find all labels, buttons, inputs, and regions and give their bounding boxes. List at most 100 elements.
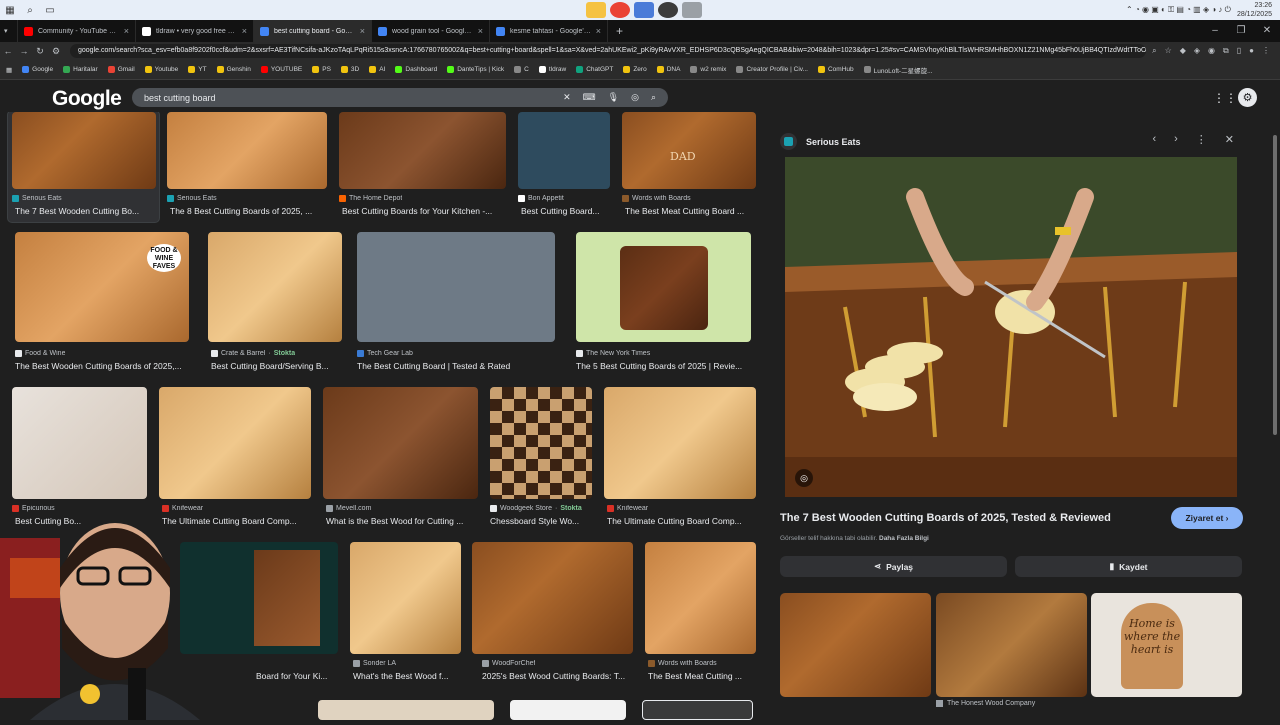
result-title[interactable]: What's the Best Wood f... [353, 671, 461, 681]
result-title[interactable]: The Best Cutting Board | Tested & Rated [357, 361, 555, 371]
result-thumbnail[interactable] [490, 387, 592, 499]
keyboard-icon[interactable]: ⌨ [583, 92, 596, 103]
reload-icon[interactable]: ↻ [32, 46, 48, 57]
related-image[interactable] [936, 593, 1087, 697]
bookmark-item[interactable]: tldraw [538, 66, 566, 73]
bookmark-item[interactable]: C [514, 66, 529, 73]
more-info-link[interactable]: Daha Fazla Bilgi [879, 535, 929, 542]
result-thumbnail[interactable] [350, 542, 461, 654]
scrollbar-thumb[interactable] [1273, 135, 1277, 435]
bookmark-item[interactable]: ComHub [817, 66, 854, 73]
result-title[interactable]: The Ultimate Cutting Board Comp... [607, 516, 757, 526]
close-icon[interactable]: × [596, 26, 601, 36]
bookmark-item[interactable]: Genshin [216, 66, 251, 73]
url-field[interactable]: google.com/search?sca_esv=efb0a8f9202f0c… [70, 44, 1147, 58]
sidebar-icon[interactable]: ▯ [1237, 46, 1241, 56]
result-title[interactable]: The Best Wooden Cutting Boards of 2025,.… [15, 361, 193, 371]
extension-icon[interactable]: ◈ [1194, 46, 1200, 56]
save-button[interactable]: ▮ Kaydet [1015, 556, 1242, 577]
search-icon[interactable]: ⌕ [20, 0, 40, 20]
extensions-puzzle-icon[interactable]: ⧉ [1223, 46, 1229, 56]
tab-best-cutting-board[interactable]: best cutting board - Google'da ... × [254, 20, 372, 42]
result-thumbnail[interactable] [604, 387, 756, 499]
result-thumbnail[interactable] [159, 387, 311, 499]
bookmark-item[interactable]: YT [188, 66, 207, 73]
bookmark-item[interactable]: Google [22, 66, 53, 73]
result-title[interactable]: The 8 Best Cutting Boards of 2025, ... [170, 206, 330, 216]
bookmark-item[interactable]: w2 remix [690, 66, 726, 73]
related-image[interactable] [780, 593, 931, 697]
result-thumbnail[interactable] [180, 542, 338, 654]
task-view-icon[interactable]: ▭ [40, 0, 60, 20]
result-title[interactable]: Best Cutting Board... [521, 206, 613, 216]
bookmark-item[interactable]: PS [312, 66, 331, 73]
lens-icon[interactable]: ◎ [631, 92, 639, 103]
bookmark-item[interactable]: ChatGPT [576, 66, 613, 73]
tab-youtube-studio[interactable]: Community - YouTube Studio × [18, 20, 136, 42]
close-icon[interactable]: × [360, 26, 365, 36]
bookmark-item[interactable]: LunoLoft-二星螺旋... [863, 65, 933, 75]
bookmark-item[interactable]: DanteTips | Kick [447, 66, 504, 73]
photo-app-icon[interactable] [682, 2, 702, 18]
folder-icon[interactable] [586, 2, 606, 18]
result-thumbnail[interactable] [208, 232, 342, 342]
site-info-icon[interactable]: ⚙ [48, 46, 64, 57]
forward-icon[interactable]: → [16, 46, 32, 56]
detail-main-image[interactable]: ◎ [785, 157, 1237, 497]
previous-icon[interactable]: ‹ [1152, 133, 1156, 146]
search-icon[interactable]: ⌕ [651, 92, 656, 103]
bookmark-item[interactable]: Zero [623, 66, 647, 73]
bookmark-item[interactable]: Gmail [107, 66, 135, 73]
scrollbar[interactable] [1270, 115, 1280, 720]
result-title[interactable]: 2025's Best Wood Cutting Boards: T... [482, 671, 634, 681]
result-title[interactable]: The 7 Best Wooden Cutting Bo... [15, 206, 155, 216]
zoom-icon[interactable]: ⌕ [1152, 46, 1156, 56]
clock[interactable]: 23:26 28/12/2025 [1237, 1, 1272, 19]
menu-icon[interactable]: ⋮ [1262, 46, 1270, 56]
obs-icon[interactable] [658, 2, 678, 18]
result-thumbnail[interactable] [12, 387, 147, 499]
close-window-icon[interactable]: ✕ [1254, 20, 1280, 42]
close-icon[interactable]: × [124, 26, 129, 36]
result-title[interactable]: Best Cutting Board/Serving B... [211, 361, 341, 371]
bookmark-item[interactable]: Youtube [144, 66, 178, 73]
result-title[interactable]: Best Cutting Boards for Your Kitchen -..… [342, 206, 509, 216]
extension-icon[interactable]: ◆ [1180, 46, 1186, 56]
search-box[interactable]: best cutting board ✕ ⌨ 🎙 ◎ ⌕ [132, 88, 668, 107]
bookmark-item[interactable]: Creator Profile | Civ... [736, 66, 808, 73]
more-options-icon[interactable]: ⋮ [1196, 133, 1207, 146]
result-thumbnail[interactable] [518, 112, 610, 189]
new-tab-button[interactable]: + [608, 24, 631, 38]
result-thumbnail[interactable] [645, 542, 756, 654]
related-image[interactable]: Home is where the heart is [1091, 593, 1242, 697]
result-thumbnail[interactable]: DAD [622, 112, 756, 189]
app-icon[interactable] [634, 2, 654, 18]
close-icon[interactable]: ✕ [1225, 133, 1234, 146]
next-icon[interactable]: › [1174, 133, 1178, 146]
result-thumbnail[interactable] [12, 112, 156, 189]
tab-wood-grain-tool[interactable]: wood grain tool - Google'da A... × [372, 20, 490, 42]
close-icon[interactable]: × [242, 26, 247, 36]
result-thumbnail[interactable] [576, 232, 751, 342]
result-thumbnail[interactable] [642, 700, 753, 720]
result-thumbnail[interactable] [357, 232, 555, 342]
account-avatar[interactable]: ⚙ [1238, 88, 1257, 107]
result-title[interactable]: What is the Best Wood for Cutting ... [326, 516, 479, 526]
microphone-icon[interactable]: 🎙 [608, 92, 619, 103]
profile-icon[interactable]: ● [1249, 46, 1254, 56]
lens-search-icon[interactable]: ◎ [795, 469, 813, 487]
bookmark-item[interactable]: Haritalar [63, 66, 98, 73]
result-thumbnail[interactable] [323, 387, 478, 499]
back-icon[interactable]: ← [0, 46, 16, 56]
result-title[interactable]: The 5 Best Cutting Boards of 2025 | Revi… [576, 361, 754, 371]
search-input[interactable]: best cutting board [144, 93, 551, 103]
result-thumbnail[interactable] [167, 112, 327, 189]
result-thumbnail[interactable]: FOOD & WINE FAVES [15, 232, 189, 342]
apps-grid-icon[interactable]: ▦ [6, 66, 12, 74]
tray-icons[interactable]: ⌃ ◔ ◉ ▣ ◐ ⚿ ▤ ◔ ▥ ◈ ◑ ♪ ⏻ [1126, 5, 1231, 15]
google-apps-icon[interactable]: ⋮⋮ [1213, 91, 1237, 105]
result-thumbnail[interactable] [339, 112, 506, 189]
maximize-icon[interactable]: ❐ [1228, 20, 1254, 42]
bookmark-item[interactable]: AI [369, 66, 385, 73]
extension-icon[interactable]: ◉ [1208, 46, 1215, 56]
